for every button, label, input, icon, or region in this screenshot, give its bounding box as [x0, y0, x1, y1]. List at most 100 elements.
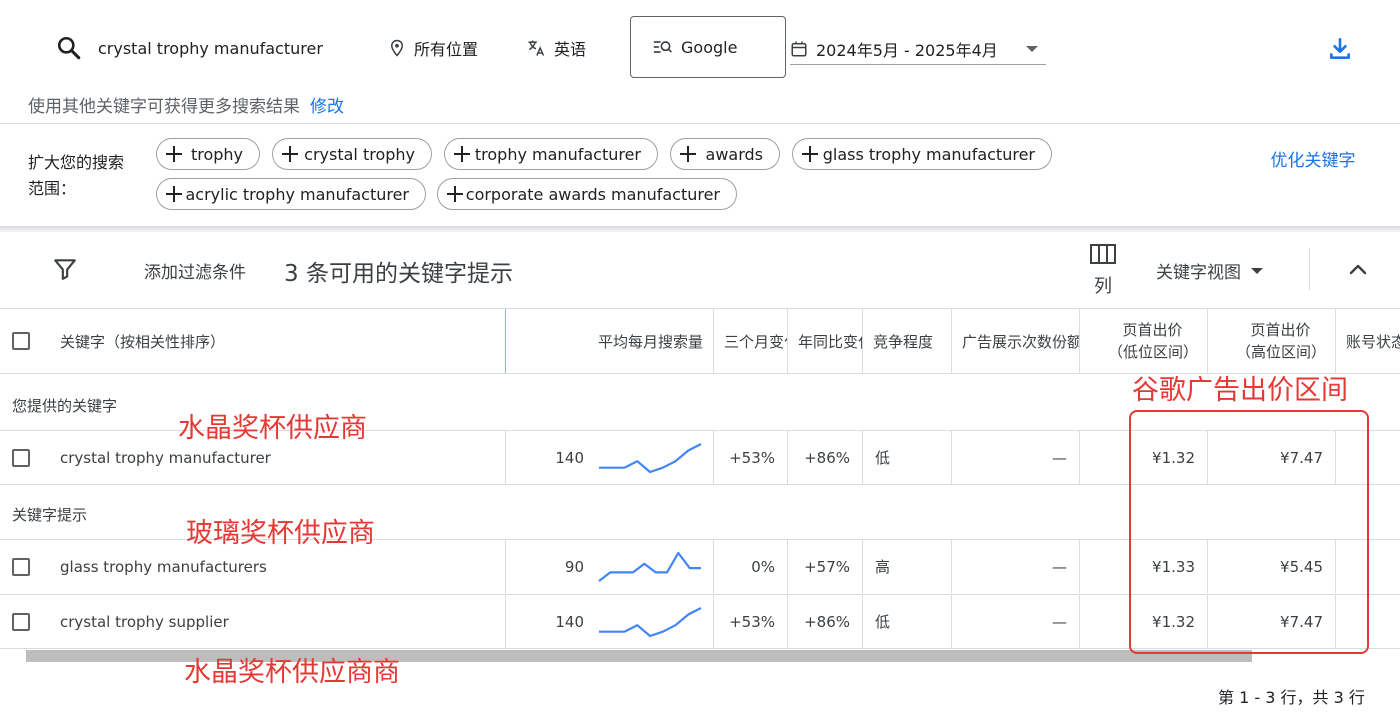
row-checkbox-cell	[0, 540, 50, 593]
annotation-row3: 水晶奖杯供应商商	[184, 657, 400, 688]
chip-acrylic-trophy-manufacturer[interactable]: acrylic trophy manufacturer	[156, 178, 426, 210]
columns-label: 列	[1094, 276, 1112, 297]
language-selector[interactable]: 英语	[526, 30, 586, 66]
competition-cell: 高	[863, 540, 952, 593]
search-engine-selector[interactable]: Google	[630, 16, 786, 78]
plus-icon	[165, 145, 182, 163]
group-label-provided: 您提供的关键字	[12, 397, 118, 415]
keyword-cell: crystal trophy supplier	[50, 595, 506, 648]
chip-label: acrylic trophy manufacturer	[185, 184, 409, 204]
trend-sparkline	[599, 606, 702, 637]
row-checkbox-cell	[0, 595, 50, 648]
competition-cell: 低	[863, 595, 952, 648]
annotation-bid-box	[1129, 410, 1369, 654]
filter-icon[interactable]	[52, 256, 78, 282]
chip-trophy[interactable]: trophy	[156, 138, 260, 170]
expand-search-label: 扩大您的搜索范围：	[28, 153, 125, 198]
avg-searches-cell: 90	[506, 540, 714, 593]
plus-icon	[446, 185, 463, 203]
toolbar-separator	[1309, 248, 1310, 290]
chevron-down-icon	[1251, 267, 1263, 274]
header-yoy-change[interactable]: 年同比变化	[788, 309, 863, 373]
header-bid-high[interactable]: 页首出价（高位区间）	[1208, 309, 1336, 373]
impression-share-cell: —	[952, 540, 1080, 593]
plus-icon	[679, 145, 696, 163]
table-header: 关键字（按相关性排序） 平均每月搜索量 三个月变化 年同比变化 竞争程度 广告展…	[0, 308, 1400, 374]
header-divider	[0, 123, 1400, 124]
avg-searches-cell: 140	[506, 431, 714, 484]
columns-icon	[1088, 244, 1118, 264]
trend-line	[598, 551, 701, 582]
calendar-icon	[790, 40, 808, 58]
keyword-view-selector[interactable]: 关键字视图	[1156, 258, 1263, 283]
header-competition[interactable]: 竞争程度	[863, 309, 952, 373]
search-engine-label: Google	[681, 37, 738, 57]
optimize-keywords-link[interactable]: 优化关键字	[1270, 148, 1356, 174]
plus-icon	[165, 185, 183, 203]
avg-searches-value: 90	[564, 557, 584, 576]
group-label-suggested: 关键字提示	[12, 506, 88, 524]
impression-share-cell: —	[952, 595, 1080, 648]
competition-cell: 低	[863, 431, 952, 484]
chevron-up-icon[interactable]	[1346, 258, 1370, 282]
avg-searches-value: 140	[555, 448, 584, 467]
modify-link[interactable]: 修改	[310, 97, 344, 117]
location-label: 所有位置	[414, 40, 479, 59]
yoy-cell: +86%	[788, 431, 863, 484]
header-keyword[interactable]: 关键字（按相关性排序）	[50, 309, 506, 373]
header-impression-share[interactable]: 广告展示次数份额	[952, 309, 1080, 373]
chip-corporate-awards-manufacturer[interactable]: corporate awards manufacturer	[437, 178, 737, 210]
chip-label: trophy	[190, 144, 243, 164]
yoy-cell: +57%	[788, 540, 863, 593]
keyword-view-label: 关键字视图	[1156, 263, 1241, 283]
plus-icon	[453, 145, 470, 163]
search-field[interactable]: crystal trophy manufacturer	[56, 30, 323, 66]
trend-line	[599, 442, 702, 473]
row-checkbox-cell	[0, 431, 50, 484]
header-bid-low[interactable]: 页首出价（低位区间）	[1080, 309, 1208, 373]
location-pin-icon	[388, 38, 406, 58]
chip-crystal-trophy[interactable]: crystal trophy	[272, 138, 432, 170]
chip-glass-trophy-manufacturer[interactable]: glass trophy manufacturer	[792, 138, 1052, 170]
date-range-selector[interactable]: 2024年5月 - 2025年4月	[790, 34, 1046, 65]
download-icon[interactable]	[1327, 36, 1353, 62]
pagination-info: 第 1 - 3 行，共 3 行	[1218, 688, 1365, 707]
keyword-count-title: 3 条可用的关键字提示	[284, 261, 513, 287]
hint-text: 使用其他关键字可获得更多搜索结果	[28, 97, 300, 117]
language-label: 英语	[554, 40, 587, 59]
plus-icon	[281, 145, 299, 163]
impression-share-cell: —	[952, 431, 1080, 484]
row-checkbox[interactable]	[12, 557, 30, 576]
trend-line	[599, 606, 702, 637]
header-account-status[interactable]: 账号状态	[1336, 309, 1400, 373]
plus-icon	[801, 145, 818, 163]
header-avg-searches[interactable]: 平均每月搜索量	[506, 309, 714, 373]
chip-label: glass trophy manufacturer	[822, 144, 1035, 164]
header-three-month-change[interactable]: 三个月变化	[714, 309, 788, 373]
chip-label: trophy manufacturer	[474, 144, 641, 164]
trend-sparkline	[598, 551, 701, 582]
date-range-label: 2024年5月 - 2025年4月	[816, 41, 998, 60]
chip-trophy-manufacturer[interactable]: trophy manufacturer	[444, 138, 658, 170]
yoy-cell: +86%	[788, 595, 863, 648]
three-month-cell: +53%	[714, 431, 788, 484]
section-divider	[0, 226, 1400, 232]
three-month-cell: 0%	[714, 540, 788, 593]
header-checkbox-cell	[0, 309, 50, 373]
search-hint: 使用其他关键字可获得更多搜索结果 修改	[28, 92, 344, 117]
chip-awards[interactable]: awards	[670, 138, 780, 170]
add-filter-button[interactable]: 添加过滤条件	[144, 258, 246, 283]
translate-icon	[526, 38, 546, 58]
select-all-checkbox[interactable]	[12, 332, 30, 350]
location-selector[interactable]: 所有位置	[388, 30, 478, 66]
annotation-row1: 水晶奖杯供应商	[178, 413, 367, 444]
row-checkbox[interactable]	[12, 612, 30, 631]
annotation-row2: 玻璃奖杯供应商	[186, 518, 375, 549]
search-list-icon	[653, 39, 673, 55]
trend-sparkline	[599, 442, 702, 473]
row-checkbox[interactable]	[12, 448, 30, 467]
avg-searches-cell: 140	[506, 595, 714, 648]
chip-label: awards	[705, 144, 763, 164]
columns-button[interactable]: 列	[1088, 244, 1118, 298]
avg-searches-value: 140	[555, 612, 584, 631]
